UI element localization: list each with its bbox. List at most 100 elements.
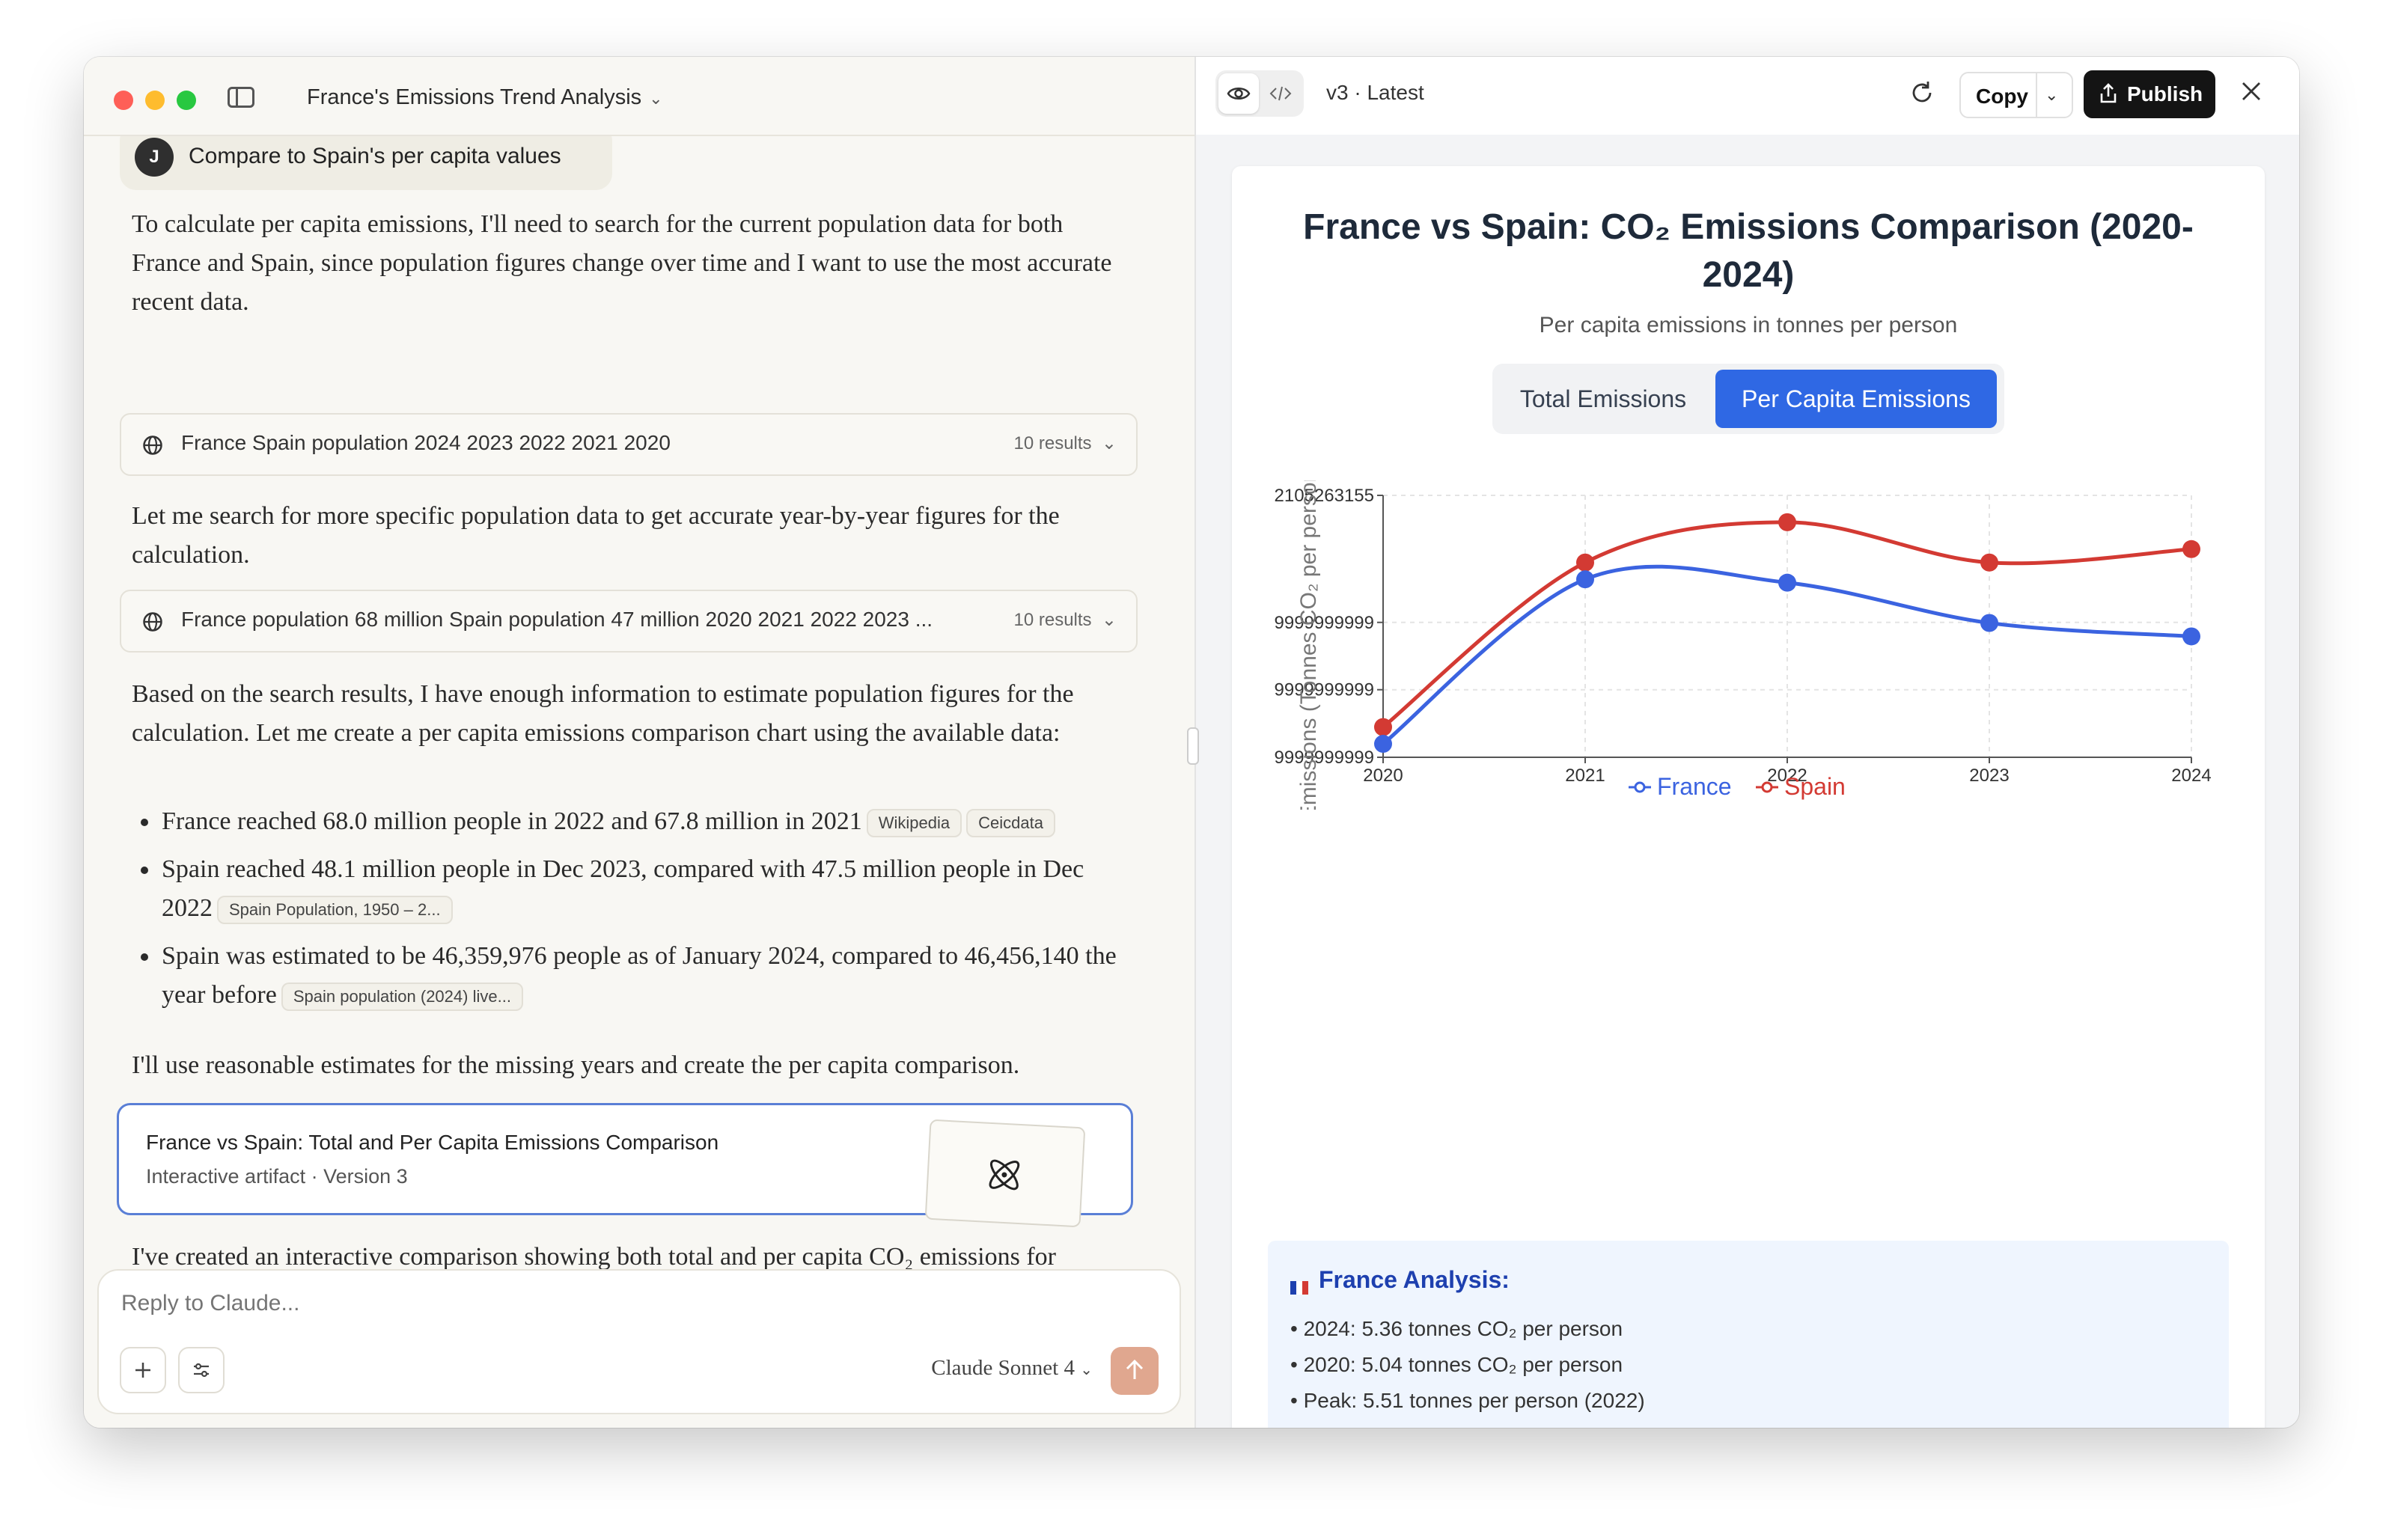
bullet-list-wrapper: France reached 68.0 million people in 20…: [132, 802, 1120, 1024]
plus-icon: [135, 1363, 150, 1378]
analysis-heading: France Analysis:: [1290, 1266, 1510, 1295]
view-toggle: Total Emissions Per Capita Emissions: [1492, 364, 2004, 434]
citation-chip[interactable]: Spain population (2024) live...: [281, 983, 523, 1012]
assistant-paragraph: I'll use reasonable estimates for the mi…: [132, 1051, 1020, 1079]
arrow-up-icon: [1126, 1359, 1144, 1379]
y-tick-label: 9999999999: [1275, 680, 1374, 700]
y-axis-label: Emissions (Tonnes CO₂ per person): [1296, 480, 1321, 810]
chat-transcript[interactable]: J Compare to Spain's per capita values T…: [84, 135, 1194, 1326]
legend-label: Spain: [1784, 773, 1846, 800]
assistant-paragraph: Based on the search results, I have enou…: [132, 680, 1074, 747]
bullet-item: Spain was estimated to be 46,359,976 peo…: [132, 937, 1120, 1015]
eye-icon: [1227, 88, 1251, 100]
total-emissions-button[interactable]: Total Emissions: [1503, 370, 1703, 428]
citation-chip[interactable]: Wikipedia: [866, 809, 962, 838]
minimize-window-button[interactable]: [145, 91, 165, 110]
assistant-paragraph: To calculate per capita emissions, I'll …: [132, 210, 1112, 316]
code-icon: [1269, 86, 1292, 101]
reply-input[interactable]: [120, 1290, 1096, 1317]
chevron-down-icon[interactable]: ⌄: [2045, 85, 2058, 105]
y-tick-label: 9999999999: [1275, 748, 1374, 768]
composer: Claude Sonnet 4 ⌄: [97, 1269, 1181, 1414]
globe-icon: [143, 612, 162, 632]
tools-button[interactable]: [178, 1347, 225, 1393]
bullet-list: France reached 68.0 million people in 20…: [132, 802, 1120, 1015]
chat-pane: France's Emissions Trend Analysis ⌄ J Com…: [84, 57, 1199, 1428]
add-attachment-button[interactable]: [120, 1347, 166, 1393]
share-icon: [2100, 83, 2117, 103]
artifact-card[interactable]: France vs Spain: Total and Per Capita Em…: [117, 1103, 1133, 1228]
copy-label: Copy: [1976, 85, 2028, 108]
data-point-spain[interactable]: [1576, 553, 1594, 572]
model-selector[interactable]: Claude Sonnet 4 ⌄: [931, 1356, 1093, 1381]
zoom-window-button[interactable]: [177, 91, 196, 110]
data-point-france[interactable]: [1778, 573, 1796, 592]
bullet-item: Spain reached 48.1 million people in Dec…: [132, 850, 1120, 928]
publish-button[interactable]: Publish: [2084, 70, 2215, 118]
chevron-down-icon: ⌄: [649, 89, 663, 108]
legend-item-france[interactable]: France: [1629, 773, 1732, 800]
data-point-france[interactable]: [1980, 614, 1998, 632]
atom-icon: [989, 1159, 1020, 1191]
data-point-spain[interactable]: [1980, 553, 1998, 572]
x-tick-label: 2023: [1969, 766, 2009, 786]
close-icon[interactable]: [2238, 78, 2265, 105]
artifact-toolbar: v3 · Latest Copy ⌄ Publish: [1196, 57, 2299, 135]
data-point-spain[interactable]: [1778, 513, 1796, 531]
sliders-icon: [194, 1363, 209, 1378]
data-point-spain[interactable]: [1374, 718, 1392, 736]
version-label[interactable]: v3 · Latest: [1326, 81, 1424, 105]
chart-title: France vs Spain: CO₂ Emissions Compariso…: [1303, 207, 2194, 295]
analysis-item: 2020: 5.04 tonnes CO₂ per person: [1290, 1347, 1645, 1383]
preview-code-toggle: [1215, 70, 1304, 117]
search-result-block[interactable]: France Spain population 2024 2023 2022 2…: [120, 413, 1138, 476]
citation-chip[interactable]: Ceicdata: [966, 809, 1055, 838]
search-result-block[interactable]: France population 68 million Spain popul…: [120, 590, 1138, 653]
pane-resize-handle[interactable]: [1187, 727, 1199, 765]
conversation-title: France's Emissions Trend Analysis: [307, 85, 642, 109]
publish-label: Publish: [2127, 82, 2203, 106]
refresh-icon[interactable]: [1907, 78, 1937, 108]
per-capita-emissions-button[interactable]: Per Capita Emissions: [1715, 370, 1997, 428]
copy-button[interactable]: Copy ⌄: [1959, 72, 2073, 118]
close-window-button[interactable]: [114, 91, 133, 110]
sidebar-toggle-icon[interactable]: [228, 87, 254, 108]
analysis-list: 2024: 5.36 tonnes CO₂ per person2020: 5.…: [1290, 1311, 1645, 1428]
code-toggle[interactable]: [1260, 73, 1301, 114]
y-tick-label: 2105263155: [1275, 486, 1374, 506]
data-point-france[interactable]: [1374, 735, 1392, 754]
artifact-pane: v3 · Latest Copy ⌄ Publish France vs Spa…: [1194, 57, 2299, 1428]
avatar: J: [135, 138, 174, 177]
analysis-item: Generally declining per capita trend: [1290, 1419, 1645, 1428]
search-result-count: 10 results ⌄: [1013, 610, 1117, 630]
x-tick-label: 2021: [1565, 766, 1605, 786]
data-point-spain[interactable]: [2182, 540, 2200, 558]
data-point-france[interactable]: [2182, 627, 2200, 646]
france-flag-icon: [1290, 1273, 1308, 1295]
artifact-card-title: France vs Spain: Total and Per Capita Em…: [146, 1131, 719, 1154]
y-tick-label: 9999999999: [1275, 613, 1374, 633]
assistant-paragraph: Let me search for more specific populati…: [132, 502, 1060, 569]
search-query: France population 68 million Spain popul…: [181, 608, 933, 631]
x-tick-label: 2020: [1363, 766, 1403, 786]
analysis-item: 2024: 5.36 tonnes CO₂ per person: [1290, 1311, 1645, 1347]
search-result-count: 10 results ⌄: [1013, 433, 1117, 453]
globe-icon: [143, 436, 162, 455]
conversation-title-menu[interactable]: France's Emissions Trend Analysis ⌄: [307, 85, 663, 110]
artifact-content: France vs Spain: CO₂ Emissions Compariso…: [1232, 166, 2265, 1428]
bullet-text: France reached 68.0 million people in 20…: [162, 807, 862, 835]
data-point-france[interactable]: [1576, 570, 1594, 589]
legend-label: France: [1657, 773, 1732, 800]
user-message-text: Compare to Spain's per capita values: [189, 144, 561, 168]
chart-subtitle: Per capita emissions in tonnes per perso…: [1539, 313, 1958, 337]
line-chart: 2105263155 9999999999 9999999999 9999999999…: [1275, 480, 2212, 810]
analysis-item: Peak: 5.51 tonnes per person (2022): [1290, 1383, 1645, 1419]
send-button[interactable]: [1111, 1347, 1159, 1395]
artifact-card-meta: Interactive artifact · Version 3: [146, 1165, 408, 1188]
france-analysis-panel: France Analysis: 2024: 5.36 tonnes CO₂ p…: [1268, 1241, 2229, 1428]
series-line-france: [1382, 564, 2192, 745]
citation-chip[interactable]: Spain Population, 1950 – 2...: [217, 896, 453, 925]
title-bar: France's Emissions Trend Analysis ⌄: [84, 57, 1194, 136]
preview-toggle[interactable]: [1218, 73, 1259, 114]
user-message: J Compare to Spain's per capita values: [120, 135, 612, 190]
